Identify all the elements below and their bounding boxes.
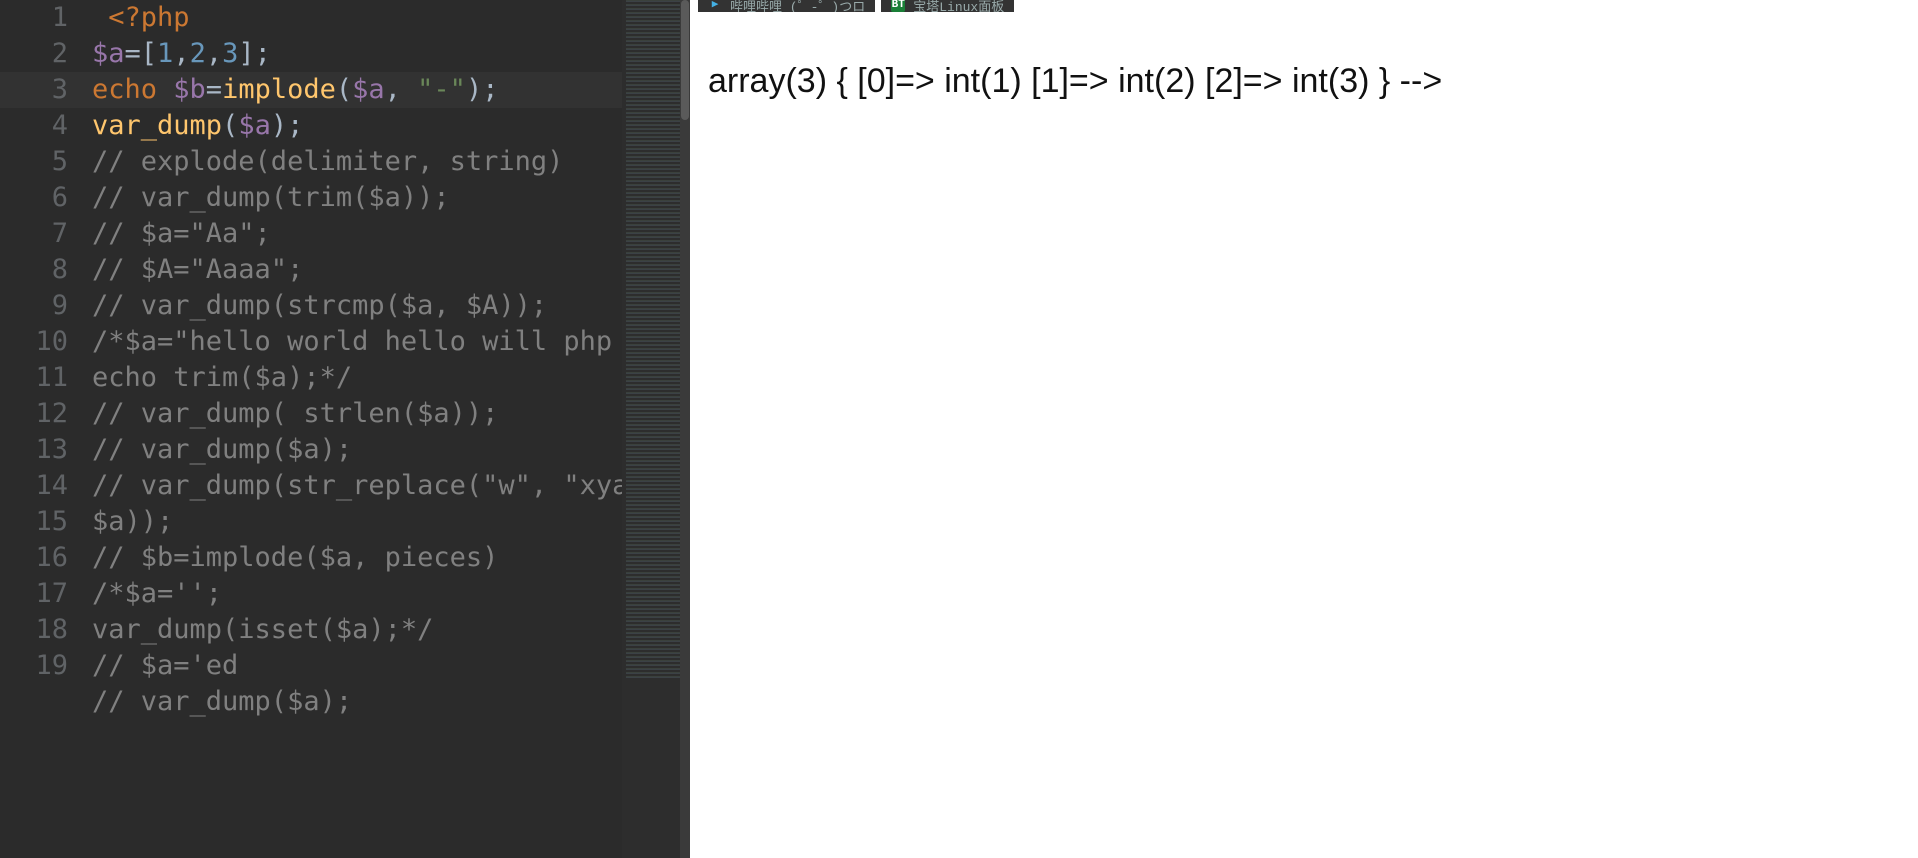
- page-output: array(3) { [0]=> int(1) [1]=> int(2) [2]…: [690, 0, 1918, 107]
- line-number: 10: [0, 324, 68, 360]
- code-line[interactable]: var_dump(isset($a);*/: [92, 612, 690, 648]
- code-line[interactable]: // $a="Aa";: [92, 216, 690, 252]
- code-line[interactable]: // var_dump(strcmp($a, $A));: [92, 288, 690, 324]
- line-number: 15: [0, 504, 68, 540]
- line-number: 19: [0, 648, 68, 684]
- code-line[interactable]: /*$a='';: [92, 576, 690, 612]
- code-line[interactable]: // var_dump( strlen($a));: [92, 396, 690, 432]
- code-area[interactable]: <?php$a=[1,2,3];echo $b=implode($a, "-")…: [92, 0, 690, 720]
- line-number: 1: [0, 0, 68, 36]
- output-text: array(3) { [0]=> int(1) [1]=> int(2) [2]…: [708, 62, 1442, 100]
- browser-output-pane: ▶ 哔哩哔哩 (゜-゜)つロ BT 宝塔Linux面板 array(3) { [0]=…: [690, 0, 1918, 858]
- line-number: 6: [0, 180, 68, 216]
- line-number: 2: [0, 36, 68, 72]
- browser-tab[interactable]: ▶ 哔哩哔哩 (゜-゜)つロ: [698, 0, 875, 12]
- code-line[interactable]: // var_dump(str_replace("w", "xya",: [92, 468, 690, 504]
- code-line[interactable]: echo trim($a);*/: [92, 360, 690, 396]
- line-number: 4: [0, 108, 68, 144]
- code-line[interactable]: echo $b=implode($a, "-");: [0, 72, 690, 108]
- line-number: 9: [0, 288, 68, 324]
- line-number: 17: [0, 576, 68, 612]
- code-line[interactable]: <?php: [92, 0, 690, 36]
- code-line[interactable]: // var_dump($a);: [92, 684, 690, 720]
- line-number: 3: [0, 72, 68, 108]
- code-line[interactable]: // $a='ed: [92, 648, 690, 684]
- code-line[interactable]: // var_dump(trim($a));: [92, 180, 690, 216]
- code-line[interactable]: // $b=implode($a, pieces): [92, 540, 690, 576]
- line-number: 5: [0, 144, 68, 180]
- line-number: 16: [0, 540, 68, 576]
- tab-title: 哔哩哔哩 (゜-゜)つロ: [730, 0, 865, 12]
- line-number: 8: [0, 252, 68, 288]
- code-line[interactable]: $a));: [92, 504, 690, 540]
- line-number: 12: [0, 396, 68, 432]
- bilibili-favicon-icon: ▶: [708, 0, 722, 12]
- baota-favicon-icon: BT: [891, 0, 905, 12]
- line-number: 18: [0, 612, 68, 648]
- code-line[interactable]: $a=[1,2,3];: [92, 36, 690, 72]
- code-editor-pane: 12345678910111213141516171819 <?php$a=[1…: [0, 0, 690, 858]
- scrollbar-vertical[interactable]: [680, 0, 690, 858]
- line-number: 11: [0, 360, 68, 396]
- code-line[interactable]: // var_dump($a);: [92, 432, 690, 468]
- code-line[interactable]: // explode(delimiter, string): [92, 144, 690, 180]
- tab-title: 宝塔Linux面板: [913, 0, 1004, 12]
- code-line[interactable]: var_dump($a);: [92, 108, 690, 144]
- code-line[interactable]: /*$a="hello world hello will php w";: [92, 324, 690, 360]
- code-line[interactable]: // $A="Aaaa";: [92, 252, 690, 288]
- line-number: 13: [0, 432, 68, 468]
- browser-tab[interactable]: BT 宝塔Linux面板: [881, 0, 1014, 12]
- line-number-gutter: 12345678910111213141516171819: [0, 0, 82, 858]
- line-number: 7: [0, 216, 68, 252]
- line-number: 14: [0, 468, 68, 504]
- minimap[interactable]: [622, 0, 690, 858]
